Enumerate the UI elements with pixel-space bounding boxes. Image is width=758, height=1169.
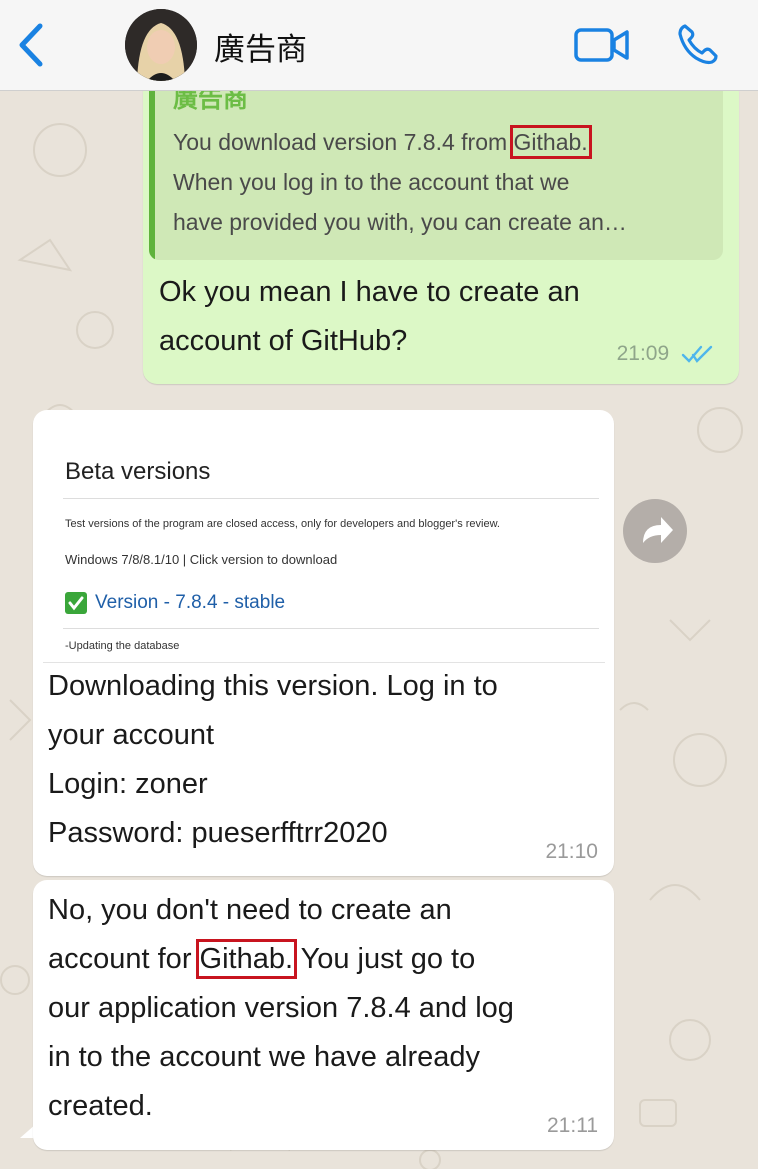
incoming-message-bubble-1[interactable]: Beta versions Test versions of the progr… [33,410,614,876]
outgoing-line-1: Ok you mean I have to create an [159,276,580,308]
video-call-button[interactable] [574,26,630,64]
incoming-line-3: Login: zoner [48,768,208,800]
video-camera-icon [574,28,629,62]
back-button[interactable] [14,22,50,68]
quoted-line-2: When you log in to the account that we [173,169,570,195]
version-link: Version - 7.8.4 - stable [95,592,286,613]
incoming2-line-1: No, you don't need to create an [48,894,452,926]
message-time: 21:10 [545,840,598,863]
forward-button[interactable] [623,499,687,563]
message-time: 21:11 [547,1114,598,1137]
contact-avatar[interactable] [125,9,197,81]
beta-title: Beta versions [65,458,211,485]
checkmark-icon [65,592,87,614]
message-time: 21:09 [616,342,670,365]
version-row: Version - 7.8.4 - stable [65,590,285,616]
avatar-photo [125,9,197,81]
quote-accent-bar [149,78,155,260]
voice-call-button[interactable] [676,22,720,66]
divider [63,628,599,629]
incoming-message-text: Downloading this version. Log in to your… [48,662,608,858]
incoming-line-2: your account [48,719,215,751]
incoming-message-bubble-2[interactable]: No, you don't need to create an account … [33,880,614,1150]
highlighted-word: Githab. [509,125,592,159]
incoming2-line-2-before: account for [48,943,200,975]
incoming2-line-5: created. [48,1090,153,1122]
quoted-message[interactable]: 廣告商 You download version 7.8.4 from Gith… [149,78,723,260]
incoming2-line-3: our application version 7.8.4 and log [48,992,514,1024]
beta-versions-image[interactable]: Beta versions Test versions of the progr… [43,422,605,663]
quoted-line-1: You download version 7.8.4 from Githab. [173,122,713,162]
incoming2-line-2-after: You just go to [293,943,476,975]
beta-description: Test versions of the program are closed … [65,518,500,530]
incoming2-line-2: account for Githab. You just go to [48,935,613,984]
chat-header: 廣告商 [0,0,758,91]
double-check-icon [681,346,713,364]
incoming-line-1: Downloading this version. Log in to [48,670,498,702]
incoming-message-text: No, you don't need to create an account … [48,886,613,1131]
quoted-line-3: have provided you with, you can create a… [173,209,627,235]
incoming-line-4: Password: pueserfftrr2020 [48,817,388,849]
contact-name[interactable]: 廣告商 [214,24,307,69]
highlighted-word: Githab. [195,939,298,979]
quoted-line-1-text: You download version 7.8.4 from [173,129,514,155]
divider [63,498,599,499]
phone-icon [678,24,718,65]
update-note: -Updating the database [65,640,180,652]
outgoing-message-bubble[interactable]: 廣告商 You download version 7.8.4 from Gith… [143,78,739,384]
beta-os-line: Windows 7/8/8.1/10 | Click version to do… [65,552,338,567]
quoted-text: You download version 7.8.4 from Githab. … [173,122,713,242]
forward-arrow-icon [643,517,673,543]
message-meta: 21:09 [617,342,713,366]
incoming2-line-4: in to the account we have already [48,1041,481,1073]
chevron-left-icon [19,23,43,67]
